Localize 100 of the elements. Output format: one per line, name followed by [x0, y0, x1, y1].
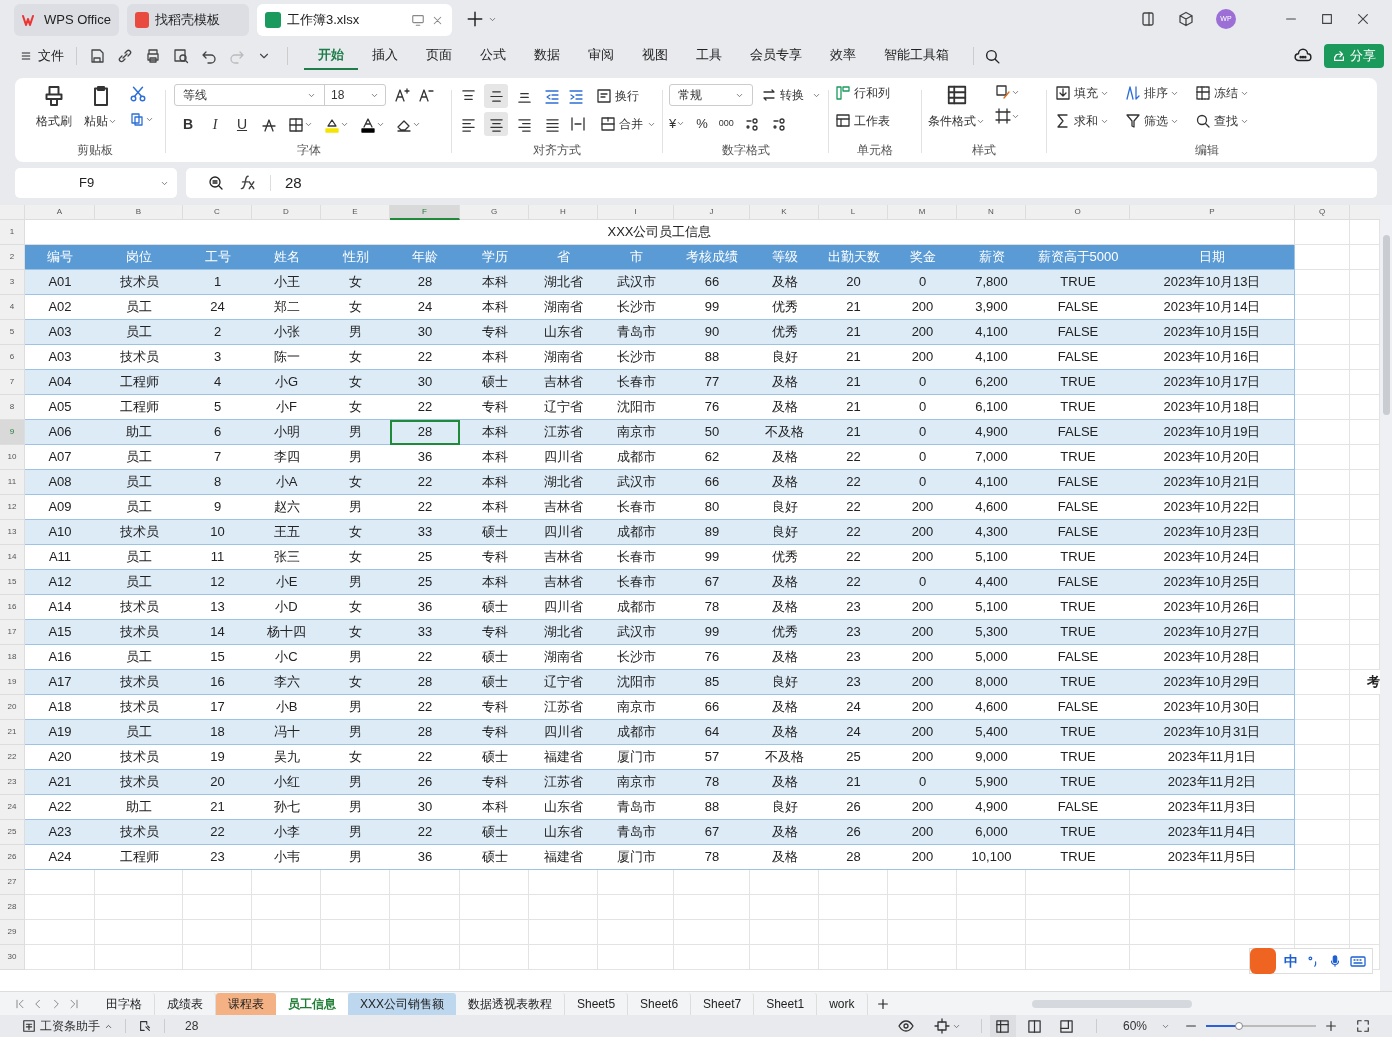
keyboard-icon[interactable] — [1350, 953, 1366, 969]
decrease-decimal-icon[interactable] — [771, 115, 788, 132]
column-header[interactable]: C — [183, 205, 252, 220]
row-header[interactable]: 5 — [0, 320, 25, 345]
increase-font-size-icon[interactable] — [394, 87, 410, 103]
vertical-scrollbar[interactable] — [1380, 205, 1392, 991]
document-tab[interactable]: WPS Office — [14, 4, 119, 36]
sheet-tab[interactable]: 田字格 — [94, 992, 155, 1015]
zoom-slider[interactable] — [1206, 1021, 1316, 1031]
ribbon-tab[interactable]: 视图 — [628, 42, 682, 70]
file-menu[interactable]: 文件 — [20, 46, 64, 66]
sheet-tab[interactable]: 课程表 — [216, 992, 276, 1015]
decrease-font-size-icon[interactable] — [418, 87, 434, 103]
sum-button[interactable]: 求和 — [1055, 112, 1098, 130]
row-header[interactable]: 30 — [0, 945, 25, 970]
cube-icon[interactable] — [1178, 11, 1194, 27]
close-icon[interactable] — [1356, 12, 1370, 26]
thousands-separator-button[interactable]: 000 — [718, 117, 734, 131]
row-header[interactable]: 11 — [0, 470, 25, 495]
column-header[interactable]: I — [598, 205, 674, 220]
column-header[interactable]: A — [25, 205, 95, 220]
column-header[interactable]: G — [460, 205, 529, 220]
ime-mode[interactable]: 中 — [1284, 950, 1298, 972]
print-icon[interactable] — [145, 48, 161, 64]
conditional-format-button[interactable]: 条件格式 — [928, 84, 985, 130]
microphone-icon[interactable] — [1328, 954, 1342, 968]
link-icon[interactable] — [117, 48, 133, 64]
ribbon-tab[interactable]: 工具 — [682, 42, 736, 70]
table-border-icon[interactable] — [995, 108, 1011, 124]
sheet-tab[interactable]: work — [817, 992, 868, 1015]
font-name-dropdown[interactable]: 等线 — [175, 85, 325, 105]
eye-icon[interactable] — [897, 1018, 914, 1034]
sheet-tab[interactable]: Sheet7 — [691, 992, 755, 1015]
row-header[interactable]: 25 — [0, 820, 25, 845]
copy-button[interactable] — [129, 111, 154, 127]
plus-icon[interactable] — [466, 10, 484, 28]
currency-button[interactable]: ¥ — [669, 114, 686, 134]
row-header[interactable]: 15 — [0, 570, 25, 595]
row-header[interactable]: 6 — [0, 345, 25, 370]
caret-icon[interactable] — [376, 120, 385, 129]
name-box[interactable]: F9 — [15, 168, 177, 198]
zoom-slider-thumb[interactable] — [1235, 1022, 1243, 1030]
filter-button[interactable]: 筛选 — [1125, 112, 1168, 130]
bold-button[interactable]: B — [180, 114, 196, 135]
row-header[interactable]: 10 — [0, 445, 25, 470]
column-header[interactable]: J — [674, 205, 750, 220]
cell-style-icon[interactable] — [995, 84, 1011, 100]
row-header[interactable]: 23 — [0, 770, 25, 795]
ribbon-tab[interactable]: 公式 — [466, 42, 520, 70]
row-header[interactable]: 27 — [0, 870, 25, 895]
ribbon-tab[interactable]: 审阅 — [574, 42, 628, 70]
row-header[interactable]: 9 — [0, 420, 25, 445]
row-header[interactable]: 16 — [0, 595, 25, 620]
caret-icon[interactable] — [340, 120, 349, 129]
sort-button[interactable]: 排序 — [1125, 84, 1168, 102]
view-mode-button[interactable] — [989, 1015, 1016, 1037]
column-header[interactable]: K — [750, 205, 819, 220]
tablet-icon[interactable] — [1140, 11, 1156, 27]
increase-decimal-icon[interactable] — [744, 115, 761, 132]
increase-indent-icon[interactable] — [568, 88, 584, 104]
row-header[interactable]: 7 — [0, 370, 25, 395]
ribbon-tab[interactable]: 插入 — [358, 42, 412, 70]
row-header[interactable]: 29 — [0, 920, 25, 945]
row-header[interactable]: 21 — [0, 720, 25, 745]
percent-button[interactable]: % — [696, 114, 708, 134]
maximize-icon[interactable] — [1320, 12, 1334, 26]
column-header[interactable]: L — [819, 205, 888, 220]
paste-button[interactable]: 粘贴 — [84, 84, 117, 130]
ribbon-tab[interactable]: 页面 — [412, 42, 466, 70]
column-header[interactable]: M — [888, 205, 957, 220]
focus-icon[interactable] — [933, 1018, 950, 1034]
input-method-toolbar[interactable]: 中 — [1249, 948, 1373, 974]
sheet-tab[interactable]: Sheet6 — [628, 992, 692, 1015]
number-format-dropdown[interactable]: 常规 — [669, 84, 753, 106]
ribbon-tab[interactable]: 数据 — [520, 42, 574, 70]
formula-input[interactable]: 28 — [285, 168, 1377, 198]
sheet-tab[interactable]: XXX公司销售额 — [348, 992, 456, 1015]
alignment-button[interactable] — [484, 84, 508, 108]
column-header[interactable]: B — [95, 205, 183, 220]
column-header[interactable]: O — [1026, 205, 1130, 220]
sheet-tab[interactable]: 员工信息 — [276, 992, 348, 1015]
alignment-button[interactable] — [484, 112, 508, 136]
underline-button[interactable]: U — [234, 114, 250, 135]
row-header[interactable]: 3 — [0, 270, 25, 295]
fullscreen-icon[interactable] — [1356, 1019, 1370, 1033]
row-header[interactable]: 17 — [0, 620, 25, 645]
row-header[interactable]: 20 — [0, 695, 25, 720]
row-header[interactable]: 19 — [0, 670, 25, 695]
freeze-button[interactable]: 冻结 — [1195, 84, 1238, 102]
macro-icon[interactable] — [138, 1019, 152, 1033]
fill-button[interactable]: 填充 — [1055, 84, 1098, 102]
row-header[interactable]: 8 — [0, 395, 25, 420]
row-header[interactable]: 13 — [0, 520, 25, 545]
sheet-tab[interactable]: Sheet5 — [565, 992, 629, 1015]
distribute-icon[interactable] — [570, 116, 586, 132]
horizontal-scrollbar[interactable] — [1032, 999, 1192, 1008]
format-painter-button[interactable]: 格式刷 — [36, 84, 72, 130]
add-sheet-icon[interactable] — [875, 996, 890, 1011]
column-header[interactable]: Q — [1295, 205, 1350, 220]
ribbon-tab[interactable]: 智能工具箱 — [870, 42, 963, 70]
